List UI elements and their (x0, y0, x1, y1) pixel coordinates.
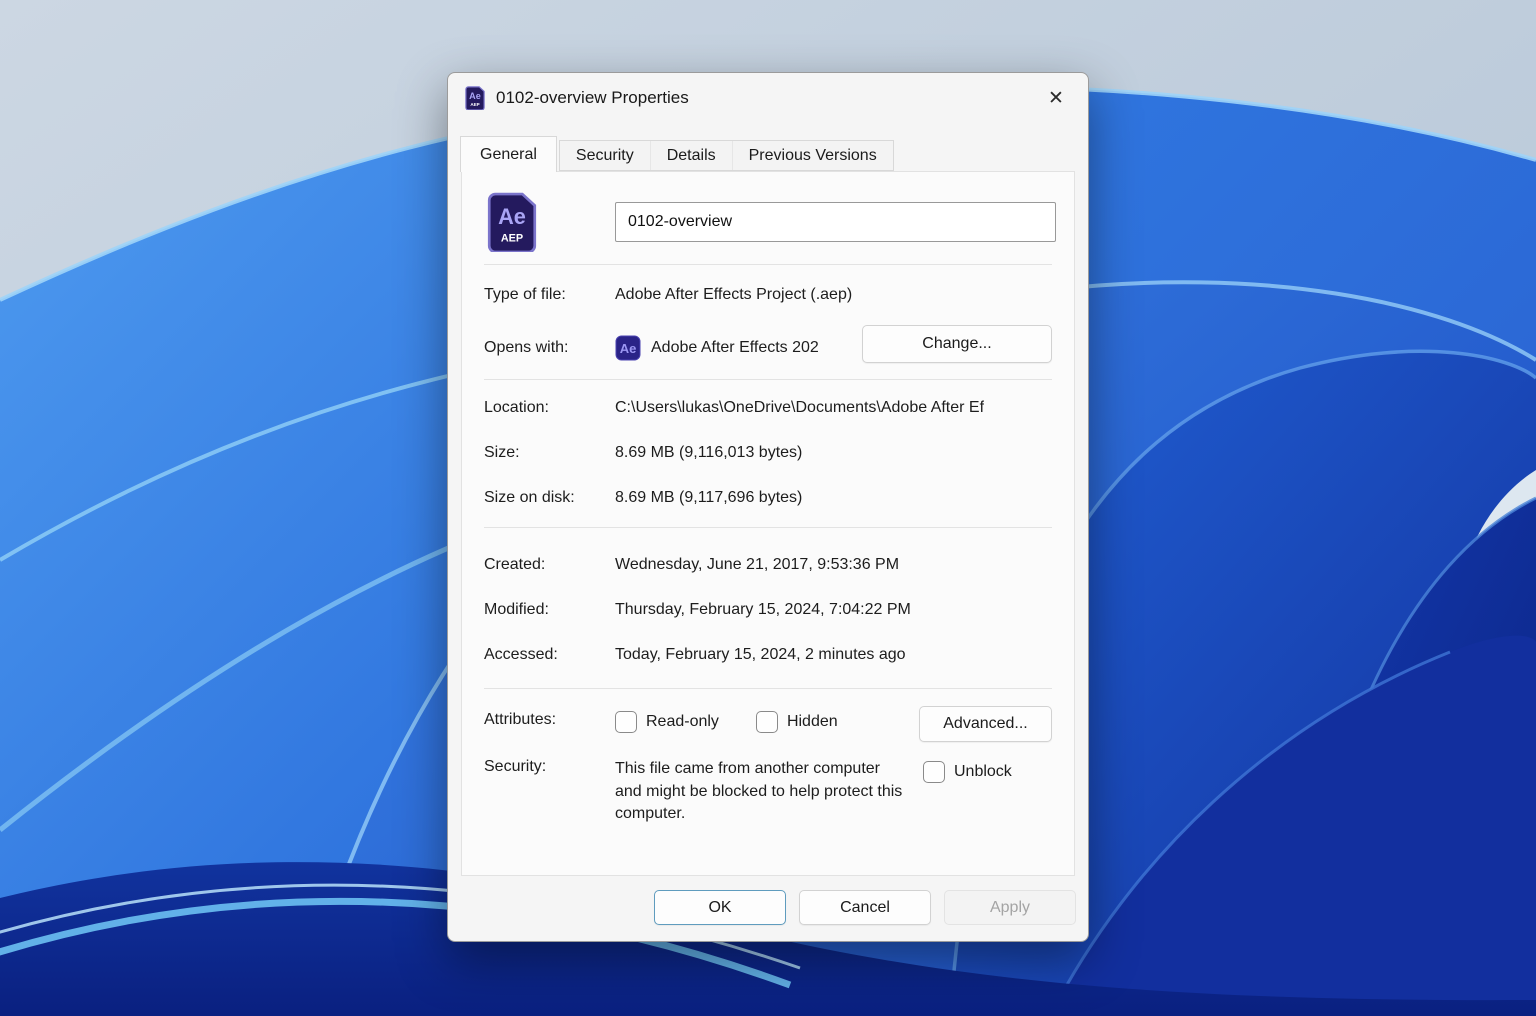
security-label: Security: (484, 758, 615, 776)
tab-previous-versions[interactable]: Previous Versions (732, 141, 893, 170)
dialog-title: 0102-overview Properties (496, 88, 689, 108)
size-on-disk-row: Size on disk: 8.69 MB (9,117,696 bytes) (484, 489, 1052, 507)
created-label: Created: (484, 556, 615, 574)
location-value: C:\Users\lukas\OneDrive\Documents\Adobe … (615, 399, 984, 417)
type-of-file-row: Type of file: Adobe After Effects Projec… (484, 286, 1052, 304)
opens-with-label: Opens with: (484, 339, 615, 357)
aep-file-icon-small: Ae AEP (464, 86, 486, 110)
tab-security[interactable]: Security (560, 141, 650, 170)
size-on-disk-label: Size on disk: (484, 489, 615, 507)
hidden-label: Hidden (787, 713, 838, 731)
tab-details[interactable]: Details (650, 141, 732, 170)
attributes-label: Attributes: (484, 711, 615, 729)
cancel-button[interactable]: Cancel (799, 890, 931, 925)
change-button[interactable]: Change... (862, 325, 1052, 363)
unblock-label: Unblock (954, 763, 1012, 781)
dialog-footer: OK Cancel Apply (448, 874, 1088, 941)
advanced-button[interactable]: Advanced... (919, 706, 1052, 742)
divider (484, 527, 1052, 528)
close-icon[interactable]: ✕ (1038, 82, 1074, 114)
divider (484, 688, 1052, 689)
hidden-checkbox[interactable] (756, 711, 778, 733)
security-row: Security: This file came from another co… (484, 758, 1052, 826)
svg-text:AEP: AEP (501, 233, 523, 245)
modified-label: Modified: (484, 601, 615, 619)
attributes-row: Attributes: Read-only Hidden Advanced... (484, 711, 1052, 733)
read-only-label: Read-only (646, 713, 719, 731)
divider (484, 264, 1052, 265)
properties-dialog: Ae AEP 0102-overview Properties ✕ Genera… (447, 72, 1089, 942)
type-of-file-label: Type of file: (484, 286, 615, 304)
created-value: Wednesday, June 21, 2017, 9:53:36 PM (615, 556, 899, 574)
read-only-checkbox-item: Read-only (615, 711, 719, 733)
tab-strip: General Security Details Previous Versio… (460, 136, 894, 171)
svg-text:AEP: AEP (470, 102, 479, 107)
modified-row: Modified: Thursday, February 15, 2024, 7… (484, 601, 1052, 619)
apply-button[interactable]: Apply (944, 890, 1076, 925)
general-tab-page: Ae AEP Type of file: Adobe After Effects… (461, 171, 1075, 876)
unblock-checkbox[interactable] (923, 761, 945, 783)
opens-with-row: Opens with: Ae Adobe After Effects 202 C… (484, 335, 1052, 361)
type-of-file-value: Adobe After Effects Project (.aep) (615, 286, 852, 304)
ok-button[interactable]: OK (654, 890, 786, 925)
svg-text:Ae: Ae (498, 204, 526, 229)
unblock-checkbox-item: Unblock (923, 761, 1012, 783)
desktop: Ae AEP 0102-overview Properties ✕ Genera… (0, 0, 1536, 1016)
divider (484, 379, 1052, 380)
size-label: Size: (484, 444, 615, 462)
location-row: Location: C:\Users\lukas\OneDrive\Docume… (484, 399, 1052, 417)
svg-text:Ae: Ae (620, 341, 637, 356)
filename-input[interactable] (615, 202, 1056, 242)
after-effects-app-icon: Ae (615, 335, 641, 361)
hidden-checkbox-item: Hidden (756, 711, 838, 733)
read-only-checkbox[interactable] (615, 711, 637, 733)
opens-with-value: Adobe After Effects 202 (651, 339, 819, 357)
tab-group: Security Details Previous Versions (559, 140, 894, 171)
accessed-label: Accessed: (484, 646, 615, 664)
location-label: Location: (484, 399, 615, 417)
size-value: 8.69 MB (9,116,013 bytes) (615, 444, 802, 462)
size-row: Size: 8.69 MB (9,116,013 bytes) (484, 444, 1052, 462)
size-on-disk-value: 8.69 MB (9,117,696 bytes) (615, 489, 802, 507)
security-text: This file came from another computer and… (615, 758, 910, 826)
accessed-row: Accessed: Today, February 15, 2024, 2 mi… (484, 646, 1052, 664)
svg-text:Ae: Ae (469, 91, 481, 101)
titlebar[interactable]: Ae AEP 0102-overview Properties ✕ (448, 73, 1088, 123)
tab-general[interactable]: General (460, 136, 557, 172)
modified-value: Thursday, February 15, 2024, 7:04:22 PM (615, 601, 911, 619)
accessed-value: Today, February 15, 2024, 2 minutes ago (615, 646, 906, 664)
created-row: Created: Wednesday, June 21, 2017, 9:53:… (484, 556, 1052, 574)
aep-file-icon-large: Ae AEP (486, 192, 538, 257)
